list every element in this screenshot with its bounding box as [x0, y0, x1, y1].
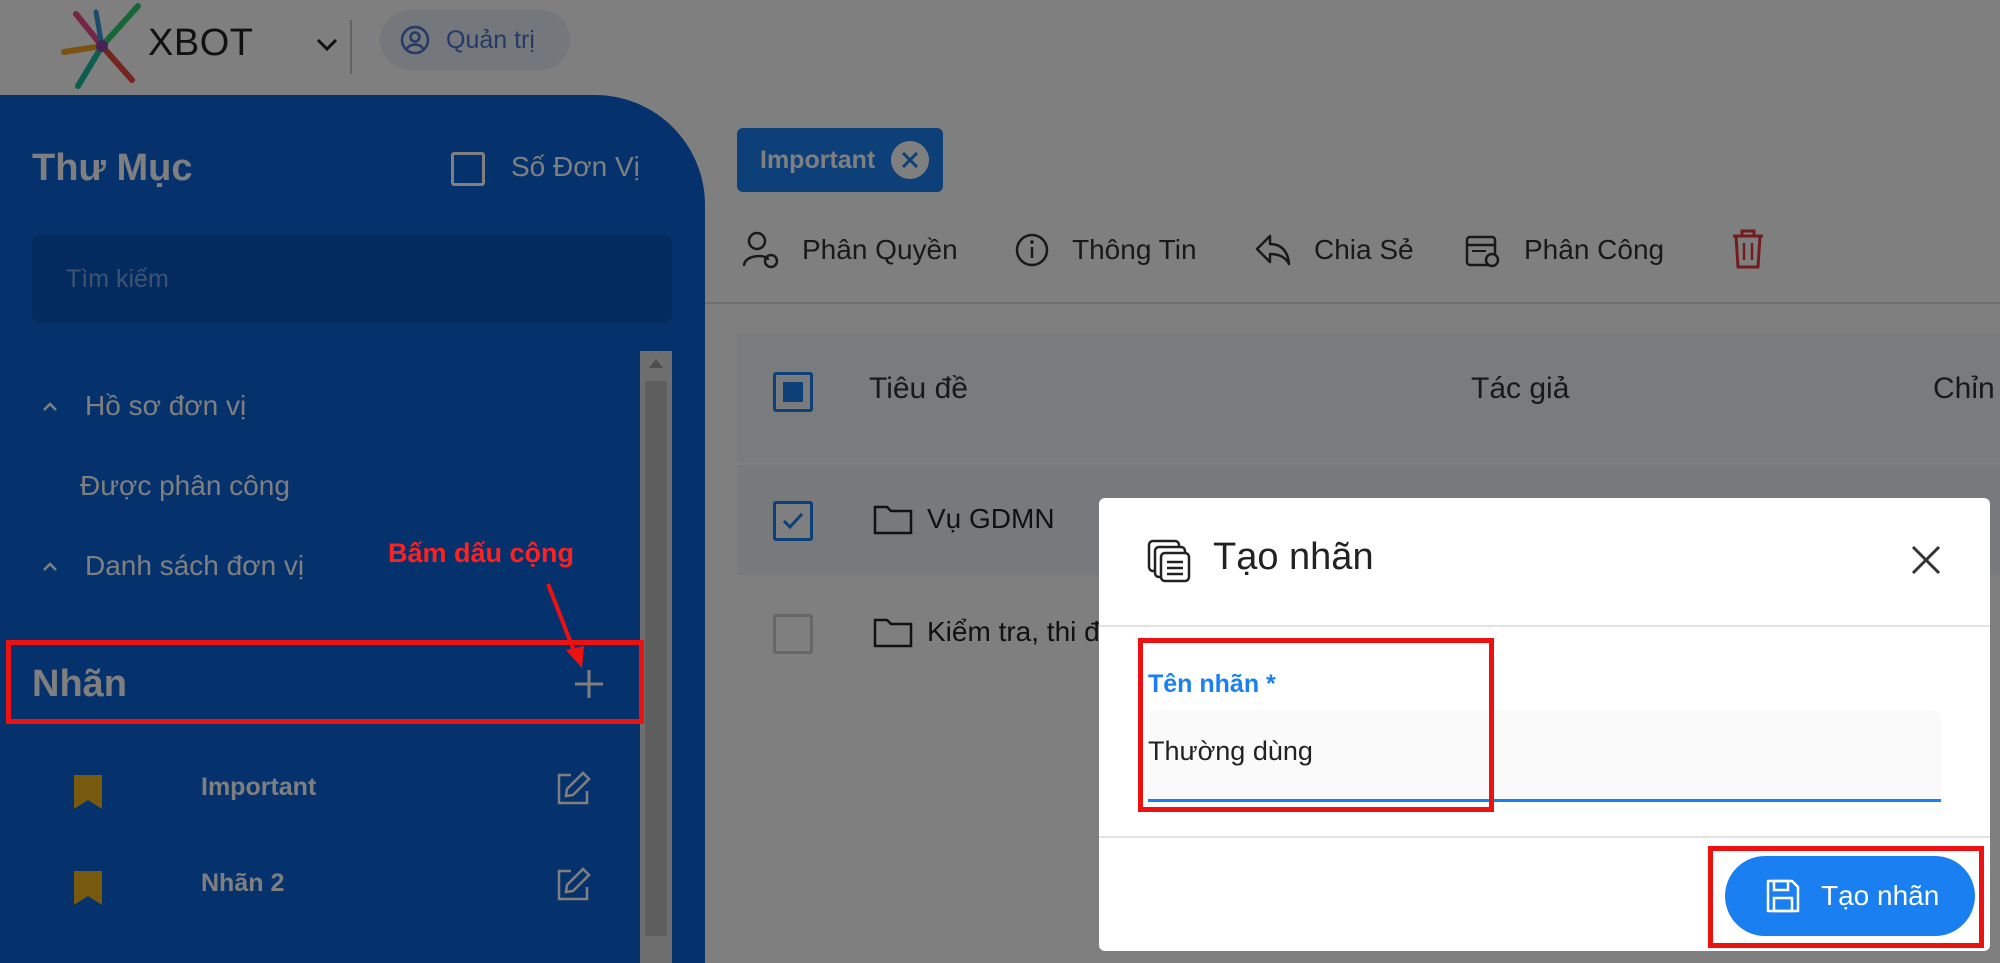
- dialog-footer-divider: [1099, 836, 1990, 838]
- annotation-arrow-icon: [546, 583, 584, 668]
- dialog-title: Tạo nhãn: [1213, 536, 1374, 578]
- annotation-text: Bấm dấu cộng: [388, 538, 575, 568]
- dialog-header: Tạo nhãn: [1099, 498, 1990, 627]
- annotation-highlight-name-field: [1138, 638, 1494, 812]
- annotation-highlight-submit: [1708, 846, 1984, 948]
- close-icon[interactable]: [1909, 543, 1943, 577]
- labels-stack-icon: [1147, 539, 1191, 583]
